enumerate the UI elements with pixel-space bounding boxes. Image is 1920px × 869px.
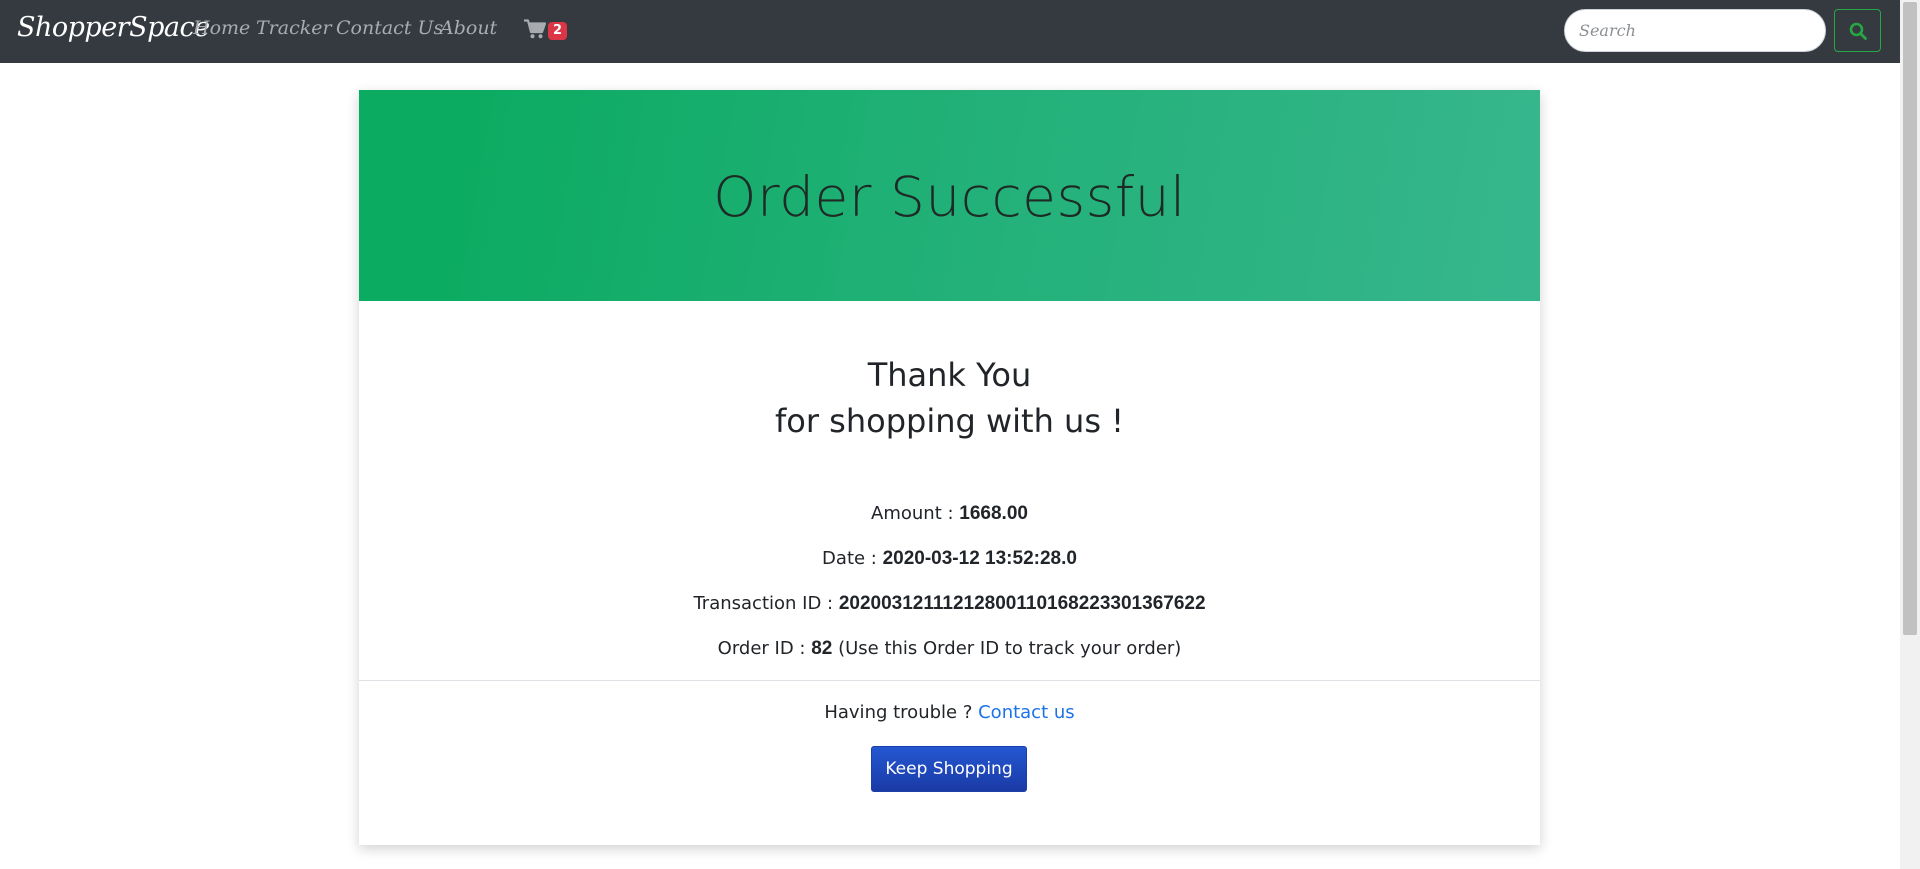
amount-value: 1668.00 (959, 503, 1028, 524)
date-value: 2020-03-12 13:52:28.0 (882, 548, 1077, 569)
trouble-text: Having trouble ? (824, 702, 979, 723)
nav-link-about[interactable]: About (440, 17, 497, 39)
search-button[interactable] (1834, 9, 1881, 52)
scrollbar-thumb[interactable] (1903, 2, 1917, 635)
transaction-id-label: Transaction ID : (693, 593, 839, 614)
page-scrollbar[interactable] (1900, 0, 1920, 869)
nav-link-contact-us[interactable]: Contact Us (336, 17, 443, 39)
date-row: Date : 2020-03-12 13:52:28.0 (359, 548, 1540, 570)
cart-button[interactable]: 2 (524, 18, 568, 40)
help-text: Having trouble ? Contact us (359, 702, 1540, 723)
order-card: Order Successful Thank You for shopping … (359, 90, 1540, 845)
transaction-id-row: Transaction ID : 20200312111212800110168… (359, 593, 1540, 615)
divider (359, 680, 1540, 681)
keep-shopping-button[interactable]: Keep Shopping (871, 746, 1027, 792)
date-label: Date : (822, 548, 883, 569)
search-input[interactable] (1564, 9, 1826, 52)
thank-you-line2: for shopping with us ! (775, 402, 1124, 440)
order-success-page: ShopperSpace Home Tracker Contact Us Abo… (0, 0, 1920, 869)
amount-label: Amount : (871, 503, 960, 524)
thank-you-line1: Thank You (867, 356, 1032, 394)
order-id-note: (Use this Order ID to track your order) (832, 638, 1182, 659)
brand-logo[interactable]: ShopperSpace (17, 12, 210, 43)
cart-icon (524, 19, 546, 39)
order-id-value: 82 (811, 638, 833, 659)
search-icon (1849, 22, 1867, 40)
amount-row: Amount : 1668.00 (359, 503, 1540, 525)
order-success-banner: Order Successful (359, 90, 1540, 301)
contact-us-link[interactable]: Contact us (978, 702, 1075, 723)
thank-you-message: Thank You for shopping with us ! (359, 352, 1540, 444)
nav-link-home[interactable]: Home (193, 17, 250, 39)
page-title: Order Successful (713, 164, 1186, 229)
navbar: ShopperSpace Home Tracker Contact Us Abo… (0, 0, 1900, 63)
nav-link-tracker[interactable]: Tracker (256, 17, 332, 39)
order-id-row: Order ID : 82 (Use this Order ID to trac… (359, 638, 1540, 660)
order-id-label: Order ID : (717, 638, 812, 659)
transaction-id-value: 20200312111212800110168223301367622 (838, 593, 1206, 614)
cart-count-badge: 2 (548, 22, 568, 40)
